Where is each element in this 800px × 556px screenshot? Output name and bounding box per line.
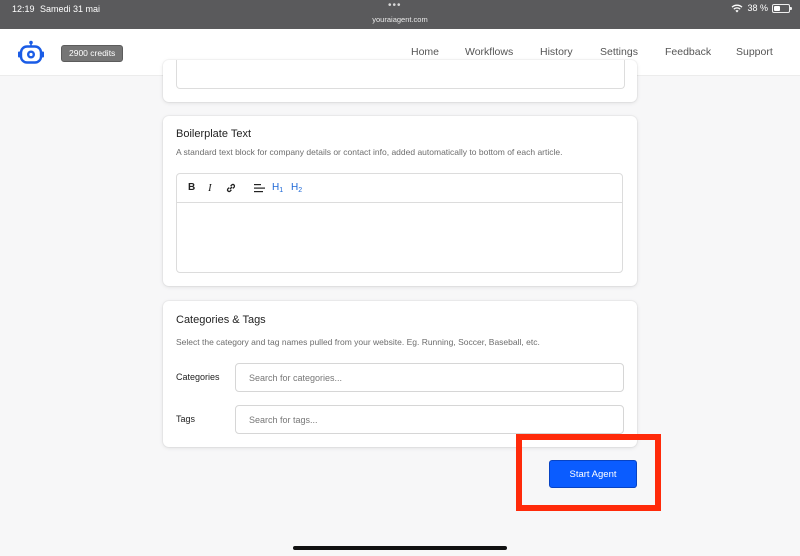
heading1-level: 1 <box>279 187 284 194</box>
battery-percent: 38 % <box>747 3 768 13</box>
status-right: 38 % <box>731 3 792 13</box>
start-agent-button[interactable]: Start Agent <box>549 460 637 488</box>
boilerplate-editor: B I H1 H2 <box>176 173 623 273</box>
categories-tags-description: Select the category and tag names pulled… <box>176 337 540 347</box>
nav-home[interactable]: Home <box>411 46 439 58</box>
editor-toolbar: B I H1 H2 <box>177 174 622 203</box>
nav-support[interactable]: Support <box>736 46 773 58</box>
heading2-button[interactable]: H2 <box>291 183 302 196</box>
wifi-icon <box>732 4 743 13</box>
boilerplate-description: A standard text block for company detail… <box>176 147 563 157</box>
tags-label: Tags <box>176 414 196 424</box>
status-time: 12:19 <box>12 4 35 14</box>
previous-section-card <box>163 60 637 102</box>
credits-badge: 2900 credits <box>61 45 124 62</box>
home-indicator[interactable] <box>293 546 507 550</box>
categories-search-input[interactable] <box>235 363 624 392</box>
nav-settings[interactable]: Settings <box>600 46 638 58</box>
heading2-level: 2 <box>298 187 303 194</box>
boilerplate-card: Boilerplate Text A standard text block f… <box>163 116 637 286</box>
bold-button[interactable]: B <box>188 183 195 193</box>
nav-feedback[interactable]: Feedback <box>665 46 711 58</box>
tags-search-input[interactable] <box>235 405 624 434</box>
nav-workflows[interactable]: Workflows <box>465 46 513 58</box>
heading1-button[interactable]: H1 <box>272 183 283 196</box>
address-url[interactable]: youraiagent.com <box>0 15 800 24</box>
status-date: Samedi 31 mai <box>40 4 101 14</box>
editor-content-area[interactable] <box>177 203 622 273</box>
nav-history[interactable]: History <box>540 46 573 58</box>
categories-label: Categories <box>176 372 220 382</box>
battery-icon <box>772 3 792 13</box>
status-bar: 12:19 Samedi 31 mai ••• youraiagent.com … <box>0 0 800 29</box>
link-icon[interactable] <box>225 182 237 194</box>
robot-logo-icon[interactable] <box>17 40 45 66</box>
categories-tags-title: Categories & Tags <box>176 314 266 326</box>
previous-field[interactable] <box>176 60 625 89</box>
align-left-icon[interactable] <box>254 183 265 193</box>
italic-button[interactable]: I <box>208 183 212 194</box>
boilerplate-title: Boilerplate Text <box>176 128 252 140</box>
multitask-dots-icon[interactable]: ••• <box>388 0 402 11</box>
categories-tags-card: Categories & Tags Select the category an… <box>163 301 637 447</box>
